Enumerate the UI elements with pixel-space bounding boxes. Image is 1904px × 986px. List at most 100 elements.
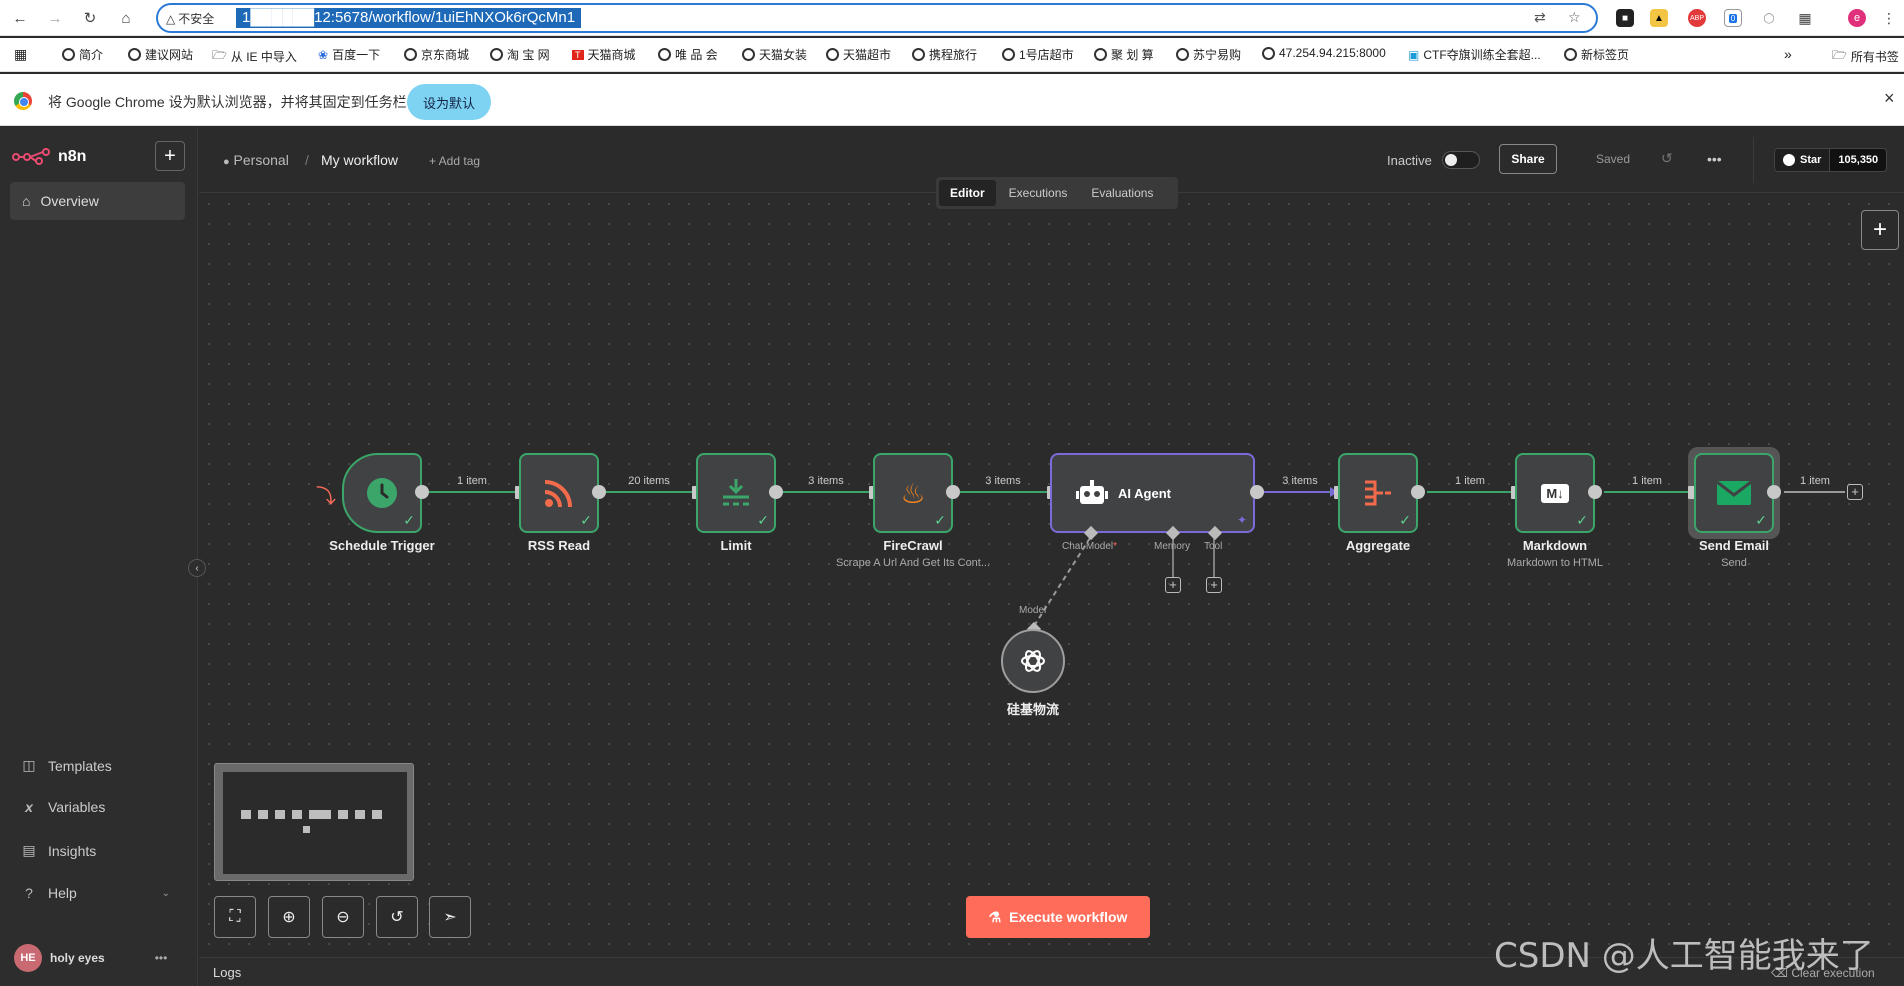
output-port[interactable] (1250, 485, 1264, 499)
bookmark-item[interactable]: 京东商城 (404, 46, 469, 63)
collapse-sidebar-icon[interactable]: ‹ (188, 559, 206, 577)
tidy-up-button[interactable]: ➣ (429, 896, 471, 938)
bookmark-item[interactable]: 建议网站 (128, 46, 193, 63)
breadcrumb-separator: / (305, 152, 309, 168)
node-firecrawl[interactable]: ♨ ✓ (873, 453, 953, 533)
bookmark-item[interactable]: 天猫女装 (742, 46, 807, 63)
bookmark-item[interactable]: 携程旅行 (912, 46, 977, 63)
bookmark-item[interactable]: ❀ 百度一下 (318, 46, 380, 63)
node-ai-agent[interactable]: AI Agent ✦ (1050, 453, 1255, 533)
output-port[interactable] (592, 485, 606, 499)
all-bookmarks[interactable]: 🗁 所有书签 (1832, 46, 1899, 67)
fit-view-button[interactable]: ⛶ (214, 896, 256, 938)
bookmark-item[interactable]: 唯 品 会 (658, 46, 718, 63)
success-check-icon: ✓ (934, 512, 946, 528)
add-tool-button[interactable]: + (1206, 577, 1222, 593)
output-port[interactable] (1767, 485, 1781, 499)
bookmark-item[interactable]: 47.254.94.215:8000 (1262, 46, 1386, 60)
address-bar[interactable]: △ 不安全 1██████12:5678/workflow/1uiEhNXOk6… (156, 3, 1598, 33)
node-aggregate[interactable]: ✓ (1338, 453, 1418, 533)
tab-executions[interactable]: Executions (998, 180, 1079, 206)
extension-icon[interactable]: ▲ (1650, 9, 1668, 27)
url-text[interactable]: 1██████12:5678/workflow/1uiEhNXOk6rQcMn1 (236, 8, 582, 28)
bookmark-item[interactable]: 简介 (62, 46, 103, 63)
create-button[interactable]: + (155, 141, 185, 171)
apps-grid-icon[interactable]: ▦ (14, 46, 27, 63)
bookmark-star-icon[interactable]: ☆ (1568, 9, 1581, 26)
output-port[interactable] (1588, 485, 1602, 499)
more-icon[interactable]: ••• (155, 951, 168, 965)
sidebar-item-overview[interactable]: ⌂ Overview (10, 182, 185, 220)
github-icon (1783, 154, 1795, 166)
bookmark-item[interactable]: 1号店超市 (1002, 46, 1074, 63)
add-tag-button[interactable]: + Add tag (429, 154, 480, 168)
bookmark-item[interactable]: 天猫超市 (826, 46, 891, 63)
bookmark-item[interactable]: 淘 宝 网 (490, 46, 550, 63)
set-default-button[interactable]: 设为默认 (407, 84, 491, 120)
zoom-in-button[interactable]: ⊕ (268, 896, 310, 938)
node-schedule-trigger[interactable]: ✓ (342, 453, 422, 533)
bookmark-item[interactable]: T 天猫商城 (572, 46, 636, 63)
add-next-node-button[interactable]: + (1847, 484, 1863, 500)
paw-icon: ❀ (318, 47, 329, 62)
sidebar-item-variables[interactable]: x Variables (20, 799, 105, 815)
translate-icon[interactable]: ⇄ (1534, 9, 1546, 26)
profile-avatar[interactable]: e (1848, 9, 1866, 27)
extension-icon[interactable]: ■ (1616, 9, 1634, 27)
output-port[interactable] (769, 485, 783, 499)
workflow-canvas[interactable] (199, 194, 1904, 956)
sidebar-item-help[interactable]: ? Help ⌄ (20, 885, 170, 901)
chat-icon[interactable]: ◯ (1760, 9, 1778, 27)
execute-workflow-button[interactable]: ⚗ Execute workflow (966, 896, 1150, 938)
n8n-logo-icon (12, 148, 50, 165)
default-browser-infobar: 将 Google Chrome 设为默认浏览器，并将其固定到任务栏 设为默认 × (0, 74, 1904, 126)
extension-icon[interactable]: 0 (1724, 9, 1742, 27)
adblock-icon[interactable]: ABP (1688, 9, 1706, 27)
bookmark-item[interactable]: ▣ CTF夺旗训练全套超... (1408, 46, 1541, 63)
back-icon[interactable]: ← (8, 6, 32, 30)
sidebar-item-insights[interactable]: ▤ Insights (20, 842, 96, 859)
node-rss-read[interactable]: ✓ (519, 453, 599, 533)
workflow-name[interactable]: My workflow (321, 152, 398, 168)
bookmark-folder[interactable]: 🗁 从 IE 中导入 (212, 46, 297, 67)
node-send-email[interactable]: ✓ (1694, 453, 1774, 533)
bookmark-item[interactable]: 苏宁易购 (1176, 46, 1241, 63)
github-star-button[interactable]: Star 105,350 (1774, 148, 1888, 172)
robot-icon (1076, 480, 1108, 504)
forward-icon[interactable]: → (43, 6, 67, 30)
zoom-out-button[interactable]: ⊖ (322, 896, 364, 938)
home-icon[interactable]: ⌂ (114, 6, 138, 30)
history-icon[interactable]: ↺ (1661, 150, 1673, 167)
globe-icon (742, 48, 755, 61)
active-toggle[interactable] (1442, 151, 1480, 169)
reload-icon[interactable]: ↻ (78, 6, 102, 30)
sidebar-item-templates[interactable]: ◫ Templates (20, 757, 111, 774)
close-icon[interactable]: × (1884, 88, 1895, 109)
node-chat-model[interactable] (1001, 629, 1065, 693)
puzzle-icon[interactable]: ▦ (1796, 9, 1814, 27)
user-icon: ● (223, 156, 230, 168)
tab-editor[interactable]: Editor (939, 180, 996, 206)
share-button[interactable]: Share (1499, 144, 1557, 174)
add-node-button[interactable]: + (1861, 210, 1899, 250)
output-port[interactable] (1411, 485, 1425, 499)
tab-evaluations[interactable]: Evaluations (1080, 180, 1164, 206)
breadcrumb-project[interactable]: ● Personal (223, 152, 289, 168)
bookmarks-overflow[interactable]: » (1784, 46, 1792, 62)
node-markdown[interactable]: M↓ ✓ (1515, 453, 1595, 533)
more-options-icon[interactable]: ••• (1707, 151, 1722, 167)
output-port[interactable] (415, 485, 429, 499)
node-limit[interactable]: ✓ (696, 453, 776, 533)
logs-label: Logs (213, 965, 242, 980)
reset-zoom-button[interactable]: ↺ (376, 896, 418, 938)
minimap[interactable] (214, 763, 414, 881)
kebab-menu-icon[interactable]: ⋮ (1880, 9, 1898, 27)
sidebar: n8n + ⌂ Overview ◫ Templates x Variables… (0, 127, 198, 986)
security-indicator[interactable]: △ 不安全 (166, 10, 214, 27)
add-memory-button[interactable]: + (1165, 577, 1181, 593)
user-menu[interactable]: HE holy eyes ••• (14, 944, 167, 972)
n8n-logo[interactable]: n8n (12, 147, 86, 167)
output-port[interactable] (946, 485, 960, 499)
bookmark-item[interactable]: 聚 划 算 (1094, 46, 1154, 63)
bookmark-item[interactable]: 新标签页 (1564, 46, 1629, 63)
